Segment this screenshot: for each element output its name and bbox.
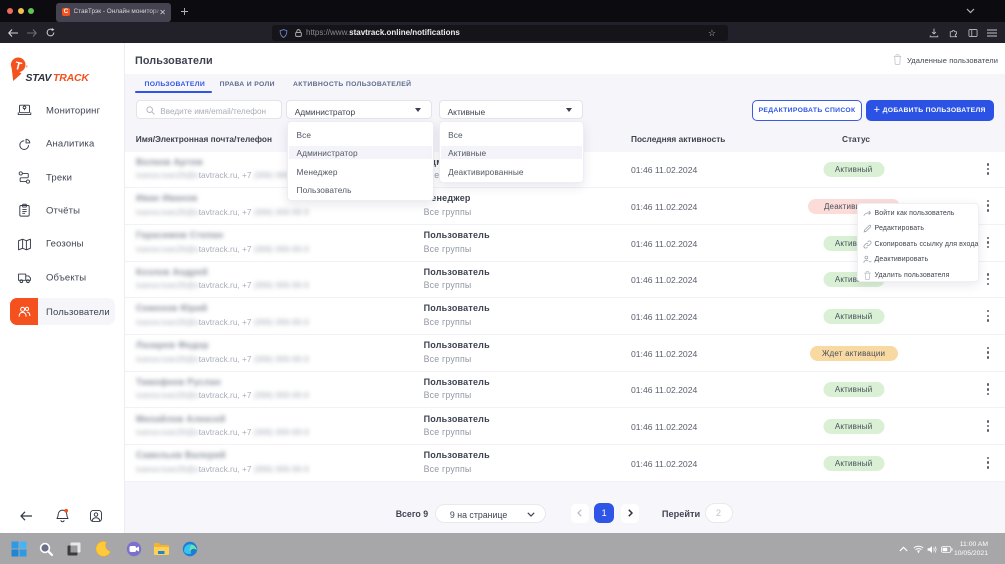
svg-text:TRACK: TRACK [53, 72, 90, 84]
svg-text:STAV: STAV [26, 72, 53, 84]
